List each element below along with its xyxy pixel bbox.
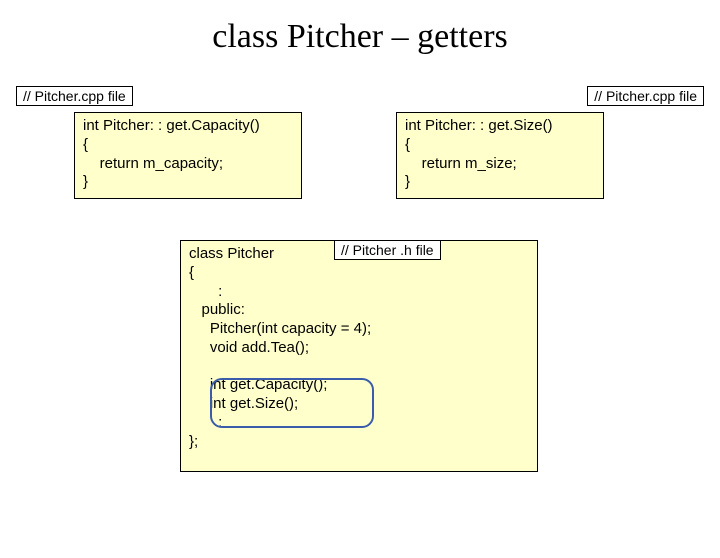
- class-declaration-code: class Pitcher { : public: Pitcher(int ca…: [180, 240, 538, 472]
- cpp-file-label-left: // Pitcher.cpp file: [16, 86, 133, 106]
- getter-highlight-box: [210, 378, 374, 428]
- get-size-code: int Pitcher: : get.Size() { return m_siz…: [396, 112, 604, 199]
- cpp-file-label-right: // Pitcher.cpp file: [587, 86, 704, 106]
- slide-title: class Pitcher – getters: [0, 18, 720, 56]
- get-capacity-code: int Pitcher: : get.Capacity() { return m…: [74, 112, 302, 199]
- h-file-label: // Pitcher .h file: [334, 240, 441, 260]
